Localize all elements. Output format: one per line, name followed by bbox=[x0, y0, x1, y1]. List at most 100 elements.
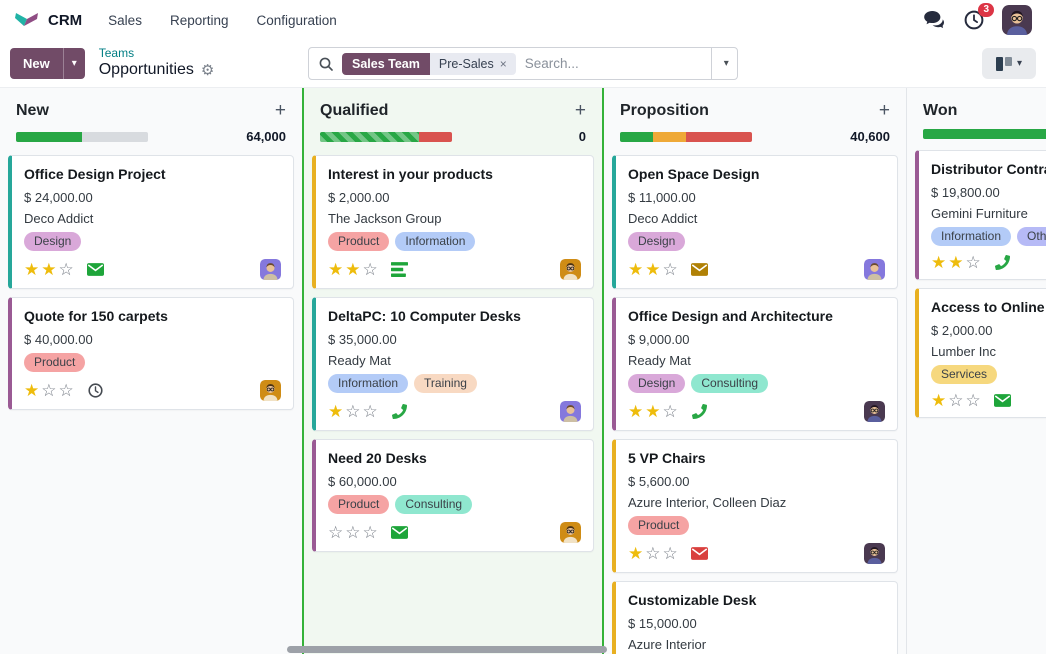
progress-segment[interactable] bbox=[686, 132, 752, 142]
user-avatar[interactable] bbox=[1002, 5, 1032, 35]
star-filled-icon[interactable]: ★ bbox=[645, 260, 662, 279]
phone-activity-icon[interactable] bbox=[994, 255, 1011, 270]
star-empty-icon[interactable]: ☆ bbox=[948, 391, 965, 410]
progress-segment[interactable] bbox=[419, 132, 452, 142]
star-filled-icon[interactable]: ★ bbox=[931, 391, 948, 410]
new-dropdown-caret-icon[interactable]: ▾ bbox=[63, 48, 85, 79]
activities-clock-icon[interactable]: 3 bbox=[964, 10, 984, 30]
opportunity-card[interactable]: Distributor Contra $ 19,800.00 Gemini Fu… bbox=[915, 150, 1046, 280]
column-add-button[interactable]: + bbox=[879, 101, 890, 120]
star-filled-icon[interactable]: ★ bbox=[948, 253, 965, 272]
star-filled-icon[interactable]: ★ bbox=[345, 260, 362, 279]
star-filled-icon[interactable]: ★ bbox=[328, 260, 345, 279]
new-button-label[interactable]: New bbox=[10, 48, 63, 79]
progress-segment[interactable] bbox=[16, 132, 82, 142]
opportunity-card[interactable]: Office Design and Architecture $ 9,000.0… bbox=[612, 297, 898, 431]
opportunity-card[interactable]: DeltaPC: 10 Computer Desks $ 35,000.00 R… bbox=[312, 297, 594, 431]
star-empty-icon[interactable]: ☆ bbox=[345, 402, 362, 421]
envelope-activity-icon[interactable] bbox=[691, 262, 708, 277]
star-filled-icon[interactable]: ★ bbox=[628, 260, 645, 279]
priority-stars[interactable]: ★☆☆ bbox=[628, 545, 680, 562]
priority-stars[interactable]: ★☆☆ bbox=[328, 403, 380, 420]
search-dropdown-caret-icon[interactable]: ▾ bbox=[711, 48, 741, 79]
priority-stars[interactable]: ★★☆ bbox=[931, 254, 983, 271]
progress-segment[interactable] bbox=[82, 132, 148, 142]
star-empty-icon[interactable]: ☆ bbox=[966, 391, 983, 410]
view-switcher-caret-icon: ▾ bbox=[1017, 58, 1022, 69]
opportunity-card[interactable]: Office Design Project $ 24,000.00 Deco A… bbox=[8, 155, 294, 289]
breadcrumb-teams-link[interactable]: Teams bbox=[99, 47, 215, 61]
envelope-activity-icon[interactable] bbox=[391, 525, 408, 540]
star-empty-icon[interactable]: ☆ bbox=[645, 544, 662, 563]
messages-icon[interactable] bbox=[924, 11, 946, 29]
nav-menu-sales[interactable]: Sales bbox=[108, 13, 142, 28]
star-empty-icon[interactable]: ☆ bbox=[328, 523, 345, 542]
star-empty-icon[interactable]: ☆ bbox=[663, 260, 680, 279]
new-button[interactable]: New ▾ bbox=[10, 48, 85, 79]
card-partner: Gemini Furniture bbox=[931, 206, 1046, 221]
envelope-activity-icon[interactable] bbox=[994, 393, 1011, 408]
star-filled-icon[interactable]: ★ bbox=[24, 260, 41, 279]
star-filled-icon[interactable]: ★ bbox=[645, 402, 662, 421]
priority-stars[interactable]: ★★☆ bbox=[628, 403, 680, 420]
priority-stars[interactable]: ☆☆☆ bbox=[328, 524, 380, 541]
priority-stars[interactable]: ★★☆ bbox=[328, 261, 380, 278]
star-empty-icon[interactable]: ☆ bbox=[345, 523, 362, 542]
star-empty-icon[interactable]: ☆ bbox=[59, 260, 76, 279]
nav-menus: Sales Reporting Configuration bbox=[108, 13, 337, 28]
nav-menu-reporting[interactable]: Reporting bbox=[170, 13, 229, 28]
envelope-activity-icon[interactable] bbox=[87, 262, 104, 277]
opportunity-card[interactable]: Customizable Desk $ 15,000.00 Azure Inte… bbox=[612, 581, 898, 654]
priority-stars[interactable]: ★☆☆ bbox=[931, 392, 983, 409]
column-title: Qualified bbox=[320, 102, 388, 120]
priority-stars[interactable]: ★★☆ bbox=[628, 261, 680, 278]
clock-activity-icon[interactable] bbox=[87, 383, 104, 398]
app-name: CRM bbox=[48, 12, 82, 29]
app-brand[interactable]: CRM bbox=[14, 10, 82, 30]
column-title: Proposition bbox=[620, 102, 709, 120]
star-filled-icon[interactable]: ★ bbox=[931, 253, 948, 272]
nav-menu-configuration[interactable]: Configuration bbox=[257, 13, 337, 28]
search-input[interactable] bbox=[516, 56, 711, 71]
star-filled-icon[interactable]: ★ bbox=[24, 381, 41, 400]
star-empty-icon[interactable]: ☆ bbox=[363, 402, 380, 421]
opportunity-card[interactable]: Access to Online C $ 2,000.00 Lumber Inc… bbox=[915, 288, 1046, 418]
star-filled-icon[interactable]: ★ bbox=[41, 260, 58, 279]
phone-activity-icon[interactable] bbox=[391, 404, 408, 419]
search-bar[interactable]: Sales Team Pre-Sales × ▾ bbox=[308, 47, 738, 80]
card-title: Customizable Desk bbox=[628, 592, 885, 608]
column-add-button[interactable]: + bbox=[575, 101, 586, 120]
progress-segment[interactable] bbox=[653, 132, 686, 142]
progress-segment[interactable] bbox=[620, 132, 653, 142]
facet-remove-icon[interactable]: × bbox=[500, 57, 507, 71]
star-filled-icon[interactable]: ★ bbox=[328, 402, 345, 421]
progress-segment[interactable] bbox=[320, 132, 419, 142]
phone-activity-icon[interactable] bbox=[691, 404, 708, 419]
opportunity-card[interactable]: Interest in your products $ 2,000.00 The… bbox=[312, 155, 594, 289]
tasks-activity-icon[interactable] bbox=[391, 262, 408, 277]
column-add-button[interactable]: + bbox=[275, 101, 286, 120]
action-gear-icon[interactable]: ⚙ bbox=[201, 62, 214, 79]
star-empty-icon[interactable]: ☆ bbox=[363, 523, 380, 542]
priority-stars[interactable]: ★☆☆ bbox=[24, 382, 76, 399]
star-empty-icon[interactable]: ☆ bbox=[966, 253, 983, 272]
opportunity-card[interactable]: Quote for 150 carpets $ 40,000.00 Produc… bbox=[8, 297, 294, 410]
star-empty-icon[interactable]: ☆ bbox=[59, 381, 76, 400]
priority-stars[interactable]: ★★☆ bbox=[24, 261, 76, 278]
star-empty-icon[interactable]: ☆ bbox=[663, 544, 680, 563]
view-switcher-button[interactable]: ▾ bbox=[982, 48, 1036, 79]
envelope-activity-icon[interactable] bbox=[691, 546, 708, 561]
progress-segment[interactable] bbox=[923, 129, 1046, 139]
opportunity-card[interactable]: 5 VP Chairs $ 5,600.00 Azure Interior, C… bbox=[612, 439, 898, 573]
assignee-avatar bbox=[864, 543, 885, 564]
star-filled-icon[interactable]: ★ bbox=[628, 544, 645, 563]
card-tags: ProductConsulting bbox=[328, 495, 581, 514]
star-empty-icon[interactable]: ☆ bbox=[41, 381, 58, 400]
opportunity-card[interactable]: Open Space Design $ 11,000.00 Deco Addic… bbox=[612, 155, 898, 289]
horizontal-scrollbar-thumb[interactable] bbox=[287, 646, 607, 653]
tag-design: Design bbox=[24, 232, 81, 251]
star-empty-icon[interactable]: ☆ bbox=[663, 402, 680, 421]
star-filled-icon[interactable]: ★ bbox=[628, 402, 645, 421]
opportunity-card[interactable]: Need 20 Desks $ 60,000.00 ProductConsult… bbox=[312, 439, 594, 552]
star-empty-icon[interactable]: ☆ bbox=[363, 260, 380, 279]
